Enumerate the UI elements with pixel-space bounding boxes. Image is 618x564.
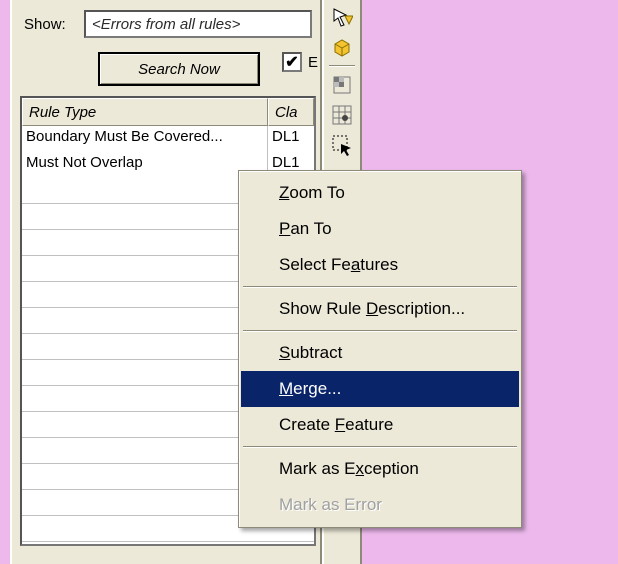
cell-class: DL1 [268, 126, 314, 152]
grid-select-icon[interactable] [327, 71, 357, 99]
menu-separator [243, 330, 517, 332]
cell-rule: Boundary Must Be Covered... [22, 126, 268, 152]
col-rule-type[interactable]: Rule Type [22, 98, 268, 126]
menu-mark-as-exception[interactable]: Mark as Exception [241, 451, 519, 487]
menu-separator [243, 446, 517, 448]
context-menu: Zoom To Pan To Select Features Show Rule… [238, 170, 522, 528]
errors-only-checkbox[interactable]: ✔ [282, 52, 302, 72]
col-class[interactable]: Cla [268, 98, 314, 126]
show-label: Show: [24, 16, 84, 33]
search-now-button[interactable]: Search Now [98, 52, 260, 86]
errors-only-label: E [308, 54, 318, 71]
grid-snap-icon[interactable] [327, 101, 357, 129]
show-filter-combo[interactable]: <Errors from all rules> [84, 10, 312, 38]
menu-pan-to[interactable]: Pan To [241, 211, 519, 247]
menu-show-rule-description[interactable]: Show Rule Description... [241, 291, 519, 327]
menu-zoom-to[interactable]: Zoom To [241, 175, 519, 211]
grid-header: Rule Type Cla [22, 98, 314, 126]
menu-mark-as-error: Mark as Error [241, 487, 519, 523]
box-icon[interactable] [327, 33, 357, 61]
cell-rule: Must Not Overlap [22, 152, 268, 178]
menu-merge[interactable]: Merge... [241, 371, 519, 407]
menu-create-feature[interactable]: Create Feature [241, 407, 519, 443]
menu-separator [243, 286, 517, 288]
menu-select-features[interactable]: Select Features [241, 247, 519, 283]
table-row[interactable]: Boundary Must Be Covered... DL1 [22, 126, 314, 152]
menu-subtract[interactable]: Subtract [241, 335, 519, 371]
arrow-down-icon[interactable] [327, 3, 357, 31]
toolbar-separator [329, 65, 355, 67]
select-frame-icon[interactable] [327, 131, 357, 159]
